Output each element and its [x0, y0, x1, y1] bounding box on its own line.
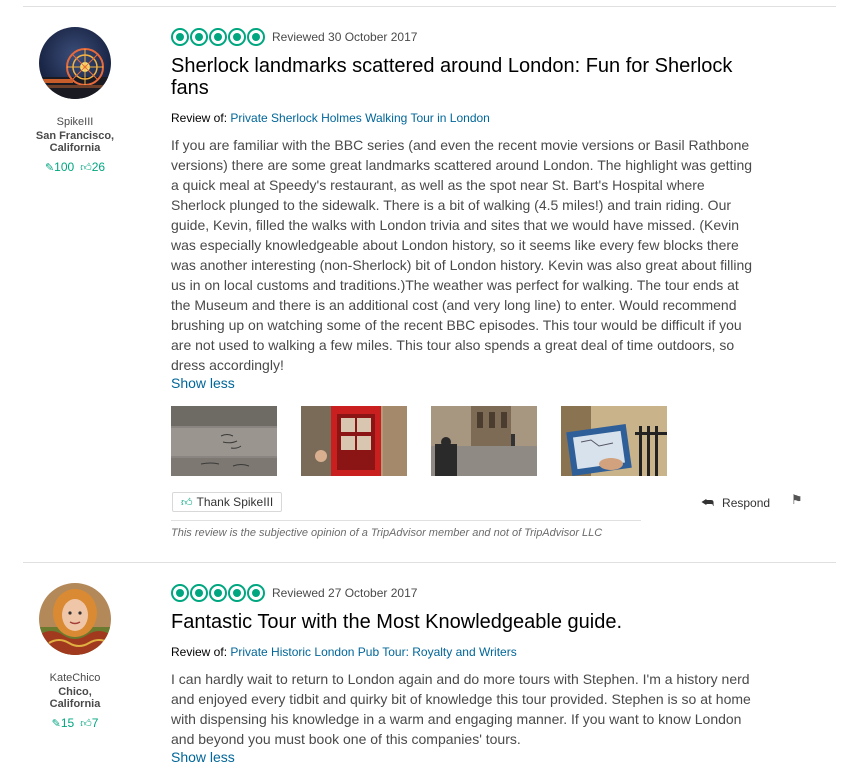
helpful-count: 26	[91, 160, 106, 174]
review-of: Review of: Private Sherlock Holmes Walki…	[171, 111, 761, 125]
rating-bubble-icon	[190, 584, 208, 602]
pencil-icon: ✎	[44, 162, 55, 174]
review-photo[interactable]	[431, 406, 537, 476]
member-contributions: ✎100 👍︎26	[25, 160, 125, 174]
review-body: I can hardly wait to return to London ag…	[171, 671, 751, 747]
rating-bubble-icon	[247, 28, 265, 46]
review-divider	[23, 6, 836, 7]
respond-label: Respond	[722, 495, 771, 510]
bubble-rating	[171, 584, 265, 602]
rating-bubble-icon	[171, 28, 189, 46]
review-of-link[interactable]: Private Historic London Pub Tour: Royalt…	[230, 645, 516, 659]
member-username[interactable]: SpikeIII	[25, 116, 125, 128]
review-body: If you are familiar with the BBC series …	[171, 137, 753, 373]
member-contributions: ✎15 👍︎7	[25, 716, 125, 730]
show-less-link[interactable]: Show less	[171, 749, 235, 765]
rating-bubble-icon	[209, 584, 227, 602]
member-location: San Francisco,	[35, 130, 115, 142]
rating-bubble-icon	[190, 28, 208, 46]
review-date: Reviewed 27 October 2017	[272, 586, 418, 600]
rating-row: Reviewed 27 October 2017	[171, 583, 761, 603]
flag-icon[interactable]: ⚑	[791, 492, 803, 508]
avatar[interactable]	[39, 27, 111, 99]
rating-bubble-icon	[247, 584, 265, 602]
review-photos	[171, 406, 761, 476]
review-photo[interactable]	[561, 406, 667, 476]
rating-bubble-icon	[228, 28, 246, 46]
rating-bubble-icon	[228, 584, 246, 602]
thumbs-up-icon: 👍︎	[80, 718, 92, 730]
member-location: California	[49, 142, 101, 154]
avatar[interactable]	[39, 583, 111, 655]
respond-button[interactable]: ⮪ Respond	[701, 494, 770, 511]
helpful-count: 7	[91, 716, 99, 730]
rating-bubble-icon	[171, 584, 189, 602]
thumbs-up-icon: 👍︎	[181, 496, 193, 509]
thank-button-label: Thank SpikeIII	[196, 495, 274, 509]
review-of-link[interactable]: Private Sherlock Holmes Walking Tour in …	[230, 111, 489, 125]
review-photo[interactable]	[301, 406, 407, 476]
thumbs-up-icon: 👍︎	[80, 162, 92, 174]
member-location: Chico,	[58, 686, 92, 698]
review-count: 15	[60, 716, 75, 730]
show-less-link[interactable]: Show less	[171, 375, 235, 391]
review-title[interactable]: Fantastic Tour with the Most Knowledgeab…	[171, 611, 761, 633]
review-count: 100	[54, 160, 75, 174]
review-date: Reviewed 30 October 2017	[272, 30, 418, 44]
pencil-icon: ✎	[51, 718, 61, 730]
review-title[interactable]: Sherlock landmarks scattered around Lond…	[171, 55, 761, 99]
rating-row: Reviewed 30 October 2017	[171, 27, 761, 47]
review-content: Reviewed 27 October 2017 Fantastic Tour …	[171, 583, 761, 767]
review-of-label: Review of:	[171, 645, 228, 659]
review-disclaimer: This review is the subjective opinion of…	[171, 520, 641, 539]
review-of: Review of: Private Historic London Pub T…	[171, 645, 761, 659]
review-of-label: Review of:	[171, 111, 228, 125]
review-content: Reviewed 30 October 2017 Sherlock landma…	[171, 27, 803, 539]
bubble-rating	[171, 28, 265, 46]
member-username[interactable]: KateChico	[25, 672, 125, 684]
review-divider	[23, 562, 836, 563]
review-photo[interactable]	[171, 406, 277, 476]
review-actions: 👍︎ Thank SpikeIII ⮪ Respond ⚑	[171, 492, 811, 518]
thank-reviewer-button[interactable]: 👍︎ Thank SpikeIII	[172, 492, 283, 512]
member-location: California	[49, 698, 101, 710]
reply-arrow-icon: ⮪	[701, 494, 715, 510]
member-info: SpikeIII San Francisco, California ✎100 …	[25, 27, 125, 174]
member-info: KateChico Chico, California ✎15 👍︎7	[25, 583, 125, 730]
rating-bubble-icon	[209, 28, 227, 46]
